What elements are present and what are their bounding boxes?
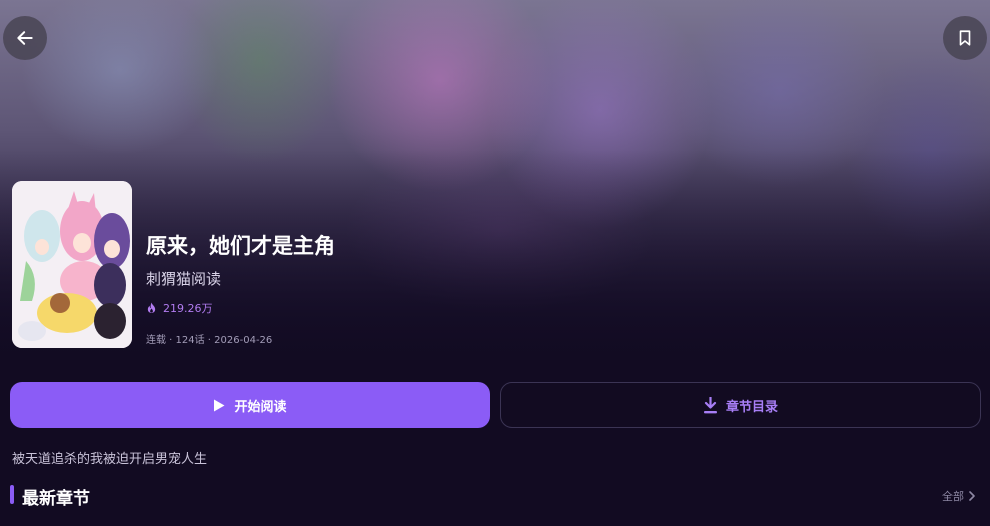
- heat-indicator: 219.26万: [146, 300, 213, 316]
- comic-meta: 连载 · 124话 · 2026-04-26: [146, 335, 273, 346]
- section-accent-bar: [10, 485, 14, 504]
- comic-title: 原来，她们才是主角: [146, 234, 335, 258]
- section-title: 最新章节: [22, 489, 90, 509]
- comic-description: 被天道追杀的我被迫开启男宠人生: [12, 452, 208, 467]
- chapter-list-label: 章节目录: [725, 399, 778, 415]
- bookmark-icon: [959, 30, 971, 46]
- start-reading-button[interactable]: 开始阅读: [10, 382, 490, 428]
- see-all-label: 全部: [942, 490, 964, 503]
- start-reading-label: 开始阅读: [234, 399, 287, 415]
- arrow-left-icon: [17, 31, 33, 45]
- bookmark-button[interactable]: [943, 16, 987, 60]
- comic-author: 刺猬猫阅读: [146, 270, 222, 288]
- chevron-right-icon: [969, 491, 975, 501]
- chapter-list-button[interactable]: 章节目录: [500, 382, 981, 428]
- back-button[interactable]: [3, 16, 47, 60]
- download-icon: [703, 396, 717, 413]
- cover-image[interactable]: [12, 181, 132, 348]
- flame-icon: [147, 302, 156, 314]
- see-all-link[interactable]: 全部: [942, 488, 976, 504]
- heat-value: 219.26万: [163, 302, 213, 315]
- play-icon: [214, 399, 225, 411]
